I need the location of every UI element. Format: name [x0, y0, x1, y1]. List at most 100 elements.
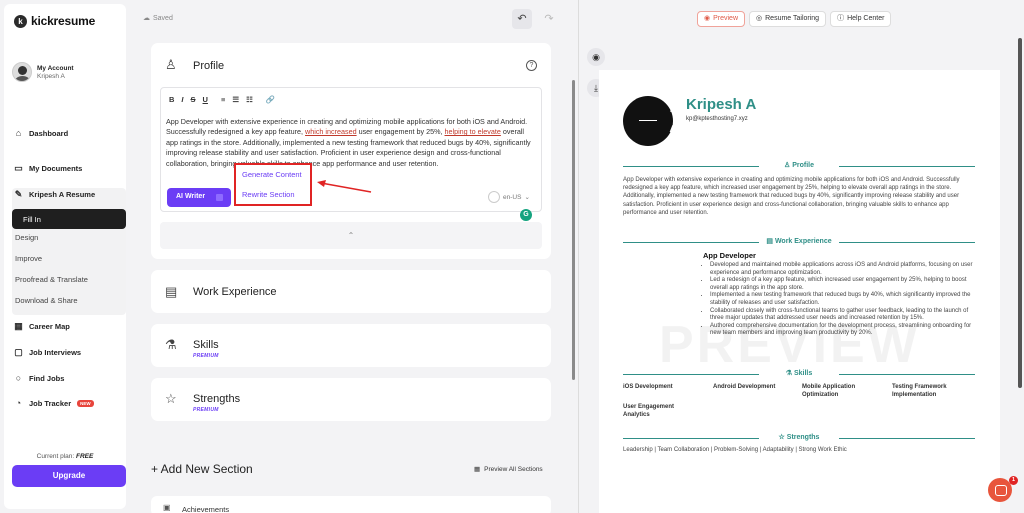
profile-text-segment: user engagement by 25%, — [356, 127, 445, 137]
align-icon[interactable]: ≡ — [221, 95, 225, 104]
trophy-icon: ▣ — [163, 503, 171, 512]
sidebar: k kickresume My Account Kripesh A ⌂ Dash… — [4, 4, 126, 509]
upgrade-button[interactable]: Upgrade — [12, 465, 126, 487]
nav-find-jobs[interactable]: ○ Find Jobs — [14, 374, 65, 384]
editor-scrollbar[interactable] — [572, 80, 575, 380]
document-icon: ▭ — [14, 163, 23, 173]
help-icon: ⓘ — [837, 15, 845, 22]
nav-my-documents[interactable]: ▭ My Documents — [14, 163, 82, 174]
link-icon[interactable]: 🔗 — [266, 95, 275, 104]
plan-label: Current plan: — [36, 453, 75, 460]
language-select[interactable]: en-US ⌄ — [488, 191, 530, 203]
profile-heading-text: Profile — [792, 162, 815, 169]
numbered-list-icon[interactable]: ☷ — [246, 95, 253, 104]
profile-title: Profile — [193, 60, 225, 72]
language-label: en-US — [503, 193, 522, 201]
resume-name: Kripesh A — [686, 96, 757, 113]
italic-icon[interactable]: I — [181, 95, 183, 104]
home-icon: ⌂ — [15, 128, 22, 138]
resume-strengths-text: Leadership | Team Collaboration | Proble… — [623, 447, 847, 453]
preview-scrollbar[interactable] — [1018, 38, 1022, 388]
profile-heading-label: ♙ Profile — [783, 162, 815, 169]
progress-ring-icon — [488, 191, 500, 203]
map-icon: ▦ — [14, 321, 23, 331]
bold-icon[interactable]: B — [169, 95, 174, 104]
heading-rule — [839, 374, 975, 375]
new-badge: NEW — [77, 400, 94, 407]
strengths-heading-label: ☆ Strengths — [778, 434, 820, 441]
chat-bubble-icon: ▢ — [14, 347, 23, 357]
nav-dashboard[interactable]: ⌂ Dashboard — [14, 128, 69, 139]
account[interactable]: My Account Kripesh A — [12, 62, 74, 82]
work-experience-card[interactable]: ▤ Work Experience — [151, 270, 551, 313]
achievements-card[interactable]: ▣ Achievements — [151, 496, 551, 513]
sub-item-download[interactable]: Download & Share — [15, 296, 78, 305]
profile-text[interactable]: App Developer with extensive experience … — [166, 117, 538, 169]
view-toggle-button[interactable]: ◉ — [587, 48, 605, 66]
resume-initials: K A — [623, 96, 676, 146]
avatar — [12, 62, 32, 82]
underline-icon[interactable]: U — [203, 95, 208, 104]
annotation-arrow — [317, 180, 372, 193]
add-new-section-heading: + Add New Section — [151, 462, 253, 476]
strikethrough-icon[interactable]: S — [191, 95, 196, 104]
preview-watermark: PREVIEW — [659, 316, 920, 374]
sub-item-design[interactable]: Design — [15, 233, 38, 242]
cloud-icon: ☁ — [143, 15, 150, 22]
tab-help-center[interactable]: ⓘ Help Center — [830, 11, 892, 27]
preview-all-label: Preview All Sections — [484, 465, 543, 473]
tab-preview-label: Preview — [713, 15, 739, 22]
achievements-label: Achievements — [182, 505, 230, 513]
rewrite-section-option[interactable]: Rewrite Section — [242, 190, 295, 199]
initial-bottom: A — [669, 124, 677, 135]
eye-icon: ◉ — [704, 15, 711, 22]
sub-item-proofread[interactable]: Proofread & Translate — [15, 275, 88, 284]
app-name: kickresume — [31, 14, 96, 28]
tab-resume-tailoring[interactable]: ◎ Resume Tailoring — [749, 11, 827, 27]
resume-work-heading: ▤ Work Experience — [623, 237, 975, 247]
account-title: My Account — [37, 64, 74, 72]
nav-dashboard-label: Dashboard — [29, 129, 69, 138]
nav-career-map[interactable]: ▦ Career Map — [14, 321, 70, 332]
skills-card[interactable]: ⚗ Skills PREMIUM — [151, 324, 551, 367]
redo-button[interactable]: ↷ — [539, 9, 559, 29]
ai-writer-button[interactable]: AI Writer — [167, 188, 231, 207]
sub-item-fill-in[interactable]: Fill In — [12, 209, 126, 229]
edit-icon: ✎ — [14, 189, 23, 199]
heading-rule — [839, 242, 975, 243]
nav-job-tracker[interactable]: ◔ Job Tracker NEW — [14, 399, 94, 408]
redo-icon: ↷ — [544, 13, 554, 25]
help-icon[interactable]: ? — [526, 60, 537, 71]
logo-icon: k — [14, 14, 27, 28]
eye-icon: ◉ — [592, 52, 600, 62]
resume-profile-heading: ♙ Profile — [623, 161, 975, 171]
strengths-card[interactable]: ☆ Strengths PREMIUM — [151, 378, 551, 421]
profile-text-highlight: helping to elevate — [444, 127, 501, 137]
target-icon: ◎ — [756, 15, 763, 22]
logo[interactable]: k kickresume — [14, 14, 95, 28]
strengths-heading-text: Strengths — [786, 434, 820, 441]
tab-preview[interactable]: ◉ Preview — [697, 11, 746, 27]
download-icon: ⤓ — [594, 83, 598, 93]
person-icon: ♙ — [165, 57, 177, 72]
undo-button[interactable]: ↶ — [512, 9, 532, 29]
resume-profile-text: App Developer with extensive experience … — [623, 177, 960, 216]
save-status: ☁ Saved — [143, 14, 173, 23]
save-status-label: Saved — [153, 14, 173, 22]
star-icon: ☆ — [165, 391, 177, 406]
list-item: Developed and maintained mobile applicat… — [710, 262, 983, 277]
preview-all-sections-button[interactable]: ▦ Preview All Sections — [474, 465, 543, 474]
profile-text-highlight: which increased — [305, 127, 357, 137]
nav-resume[interactable]: ✎ Kripesh A Resume — [14, 189, 95, 200]
nav-job-interviews[interactable]: ▢ Job Interviews — [14, 347, 81, 358]
work-experience-title: Work Experience — [193, 286, 277, 298]
generate-content-option[interactable]: Generate Content — [242, 170, 302, 179]
resume-job-title: App Developer — [703, 251, 756, 260]
current-plan: Current plan: FREE — [4, 453, 126, 460]
expand-toggle[interactable]: ⌃ — [160, 222, 542, 249]
skill-item: Testing Framework Implementation — [892, 384, 947, 398]
heading-rule — [839, 438, 975, 439]
grammarly-icon[interactable]: G — [520, 209, 532, 221]
bullet-list-icon[interactable]: ☰ — [232, 95, 239, 104]
sub-item-improve[interactable]: Improve — [15, 254, 42, 263]
